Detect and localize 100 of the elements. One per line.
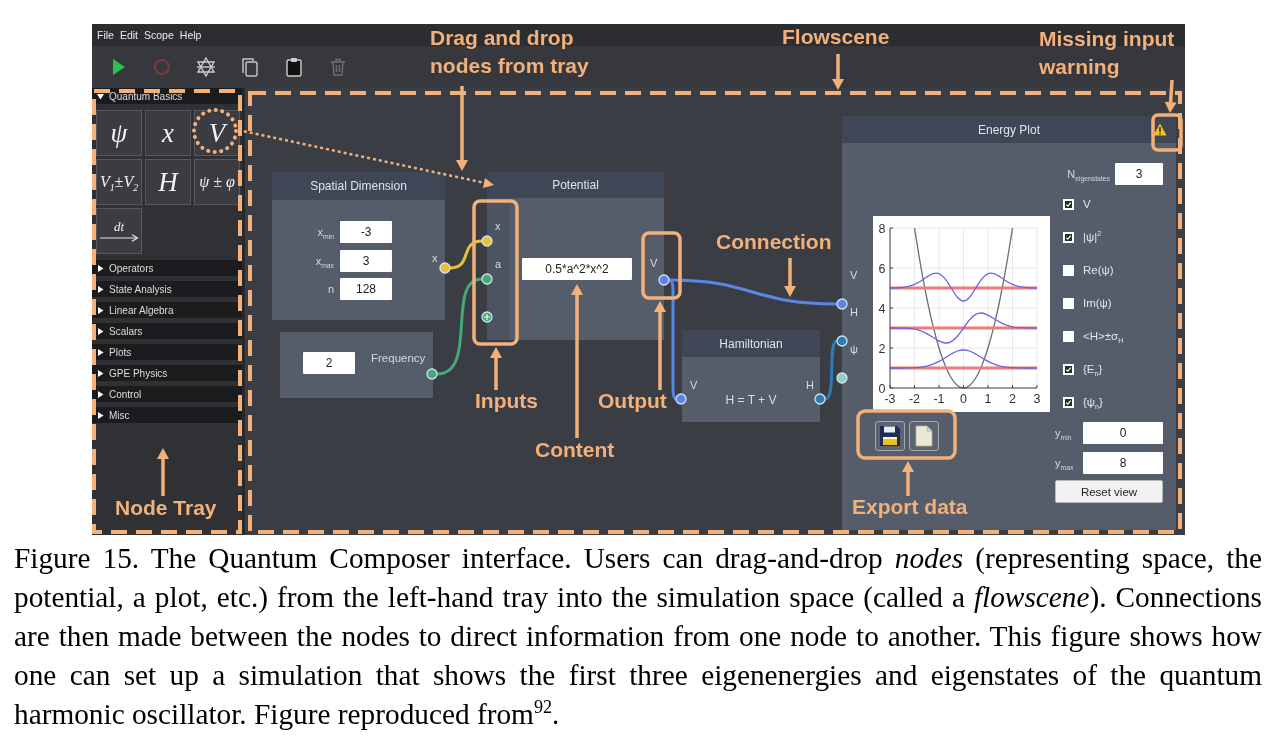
- category-header[interactable]: Scalars: [92, 323, 242, 339]
- checkbox-label: V: [1083, 198, 1091, 210]
- checkbox-label: |ψ|$^{2}$: [1083, 231, 1102, 243]
- category-header[interactable]: Plots: [92, 344, 242, 360]
- port-dot-icon[interactable]: [439, 262, 451, 274]
- warning-icon[interactable]: [1153, 123, 1167, 136]
- port-dot-icon[interactable]: [836, 335, 848, 347]
- field-label: y$_{min}$: [1055, 427, 1072, 439]
- file-button[interactable]: [909, 421, 939, 451]
- port-dot-icon[interactable]: [658, 274, 670, 286]
- checkbox[interactable]: [1063, 330, 1074, 342]
- node-tile[interactable]: x: [145, 110, 191, 156]
- callout-label: Node Tray: [115, 495, 217, 521]
- checkbox-label: Re(ψ): [1083, 264, 1114, 276]
- menu-item[interactable]: Edit: [119, 29, 138, 41]
- clipboard-icon[interactable]: [284, 57, 304, 77]
- value-field[interactable]: 0: [1083, 422, 1163, 444]
- tick-label: 2: [878, 341, 886, 356]
- category-header[interactable]: Linear Algebra: [92, 302, 242, 318]
- port-dot-icon[interactable]: [481, 235, 493, 247]
- port-label: H: [850, 305, 858, 319]
- menu-item[interactable]: Help: [179, 29, 202, 41]
- value-field[interactable]: 128: [340, 278, 392, 300]
- port-label: V: [690, 378, 698, 392]
- tick-label: -1: [933, 392, 945, 406]
- port-label: x: [495, 219, 501, 233]
- port-dot-icon[interactable]: [675, 393, 687, 405]
- arrow-icon: [99, 234, 139, 242]
- checkbox[interactable]: [1063, 198, 1074, 210]
- checkbox-label: {ψ$_{n}$}: [1083, 396, 1103, 408]
- category-header[interactable]: Operators: [92, 260, 242, 276]
- callout-label: Output: [598, 388, 667, 414]
- node-tile[interactable]: dt: [96, 208, 142, 254]
- callout-arrow: [1164, 79, 1177, 113]
- callout-arrow: [902, 461, 914, 496]
- port-label: x: [432, 251, 438, 265]
- value-field[interactable]: 3: [1115, 163, 1163, 185]
- callout-label: Flowscene: [782, 24, 890, 50]
- checkbox[interactable]: [1063, 297, 1074, 309]
- tick-label: 4: [878, 301, 886, 316]
- category-header[interactable]: GPE Physics: [92, 365, 242, 381]
- tick-label: 6: [878, 261, 886, 276]
- checkbox-label: {E$_{n}$}: [1083, 363, 1103, 375]
- checkbox[interactable]: [1063, 396, 1074, 408]
- category-header[interactable]: Control: [92, 386, 242, 402]
- figure-caption: Figure 15. The Quantum Composer interface. Users can drag-and-drop nodes (representing space, the potential, a plot, etc.) from the left-hand tray into the simulation space (called a flowscene). Connections are then made between the nodes to direct information from one node to another. This figure shows how one can set up a simulation that shows the first three eigenenergies and eigenstates of the quantum harmonic oscillator. Figure reproduced from$^{92}$.: [14, 541, 1262, 732]
- reset-view-button[interactable]: Reset view: [1055, 480, 1163, 503]
- port-dot-icon[interactable]: [426, 368, 438, 380]
- callout-label: Export data: [852, 494, 968, 520]
- node-tile[interactable]: H: [145, 159, 191, 205]
- callout-arrow: [157, 448, 169, 496]
- callout-label: Content: [535, 437, 615, 463]
- tick-label: 8: [878, 221, 886, 236]
- node-title: Spatial Dimension: [310, 179, 407, 193]
- menu-item[interactable]: Scope: [144, 29, 174, 41]
- connection-wire: [449, 239, 483, 270]
- hexagram-icon[interactable]: [196, 57, 216, 77]
- tick-label: 0: [878, 381, 886, 396]
- highlight-frame: [1151, 113, 1183, 152]
- callout-label: Missing input warning: [1039, 26, 1176, 80]
- node-tile[interactable]: ψ: [96, 110, 142, 156]
- expression-field[interactable]: 0.5*a^2*x^2: [522, 258, 632, 280]
- callout-arrow: [832, 54, 844, 90]
- tick-label: 0: [960, 392, 967, 406]
- value-field[interactable]: 2: [303, 352, 355, 374]
- port-label: H: [806, 378, 814, 392]
- port-dot-icon[interactable]: [836, 298, 848, 310]
- node-tile[interactable]: V$_{1}$±V$_{2}$: [96, 159, 142, 205]
- port-label: V: [850, 268, 858, 282]
- tick-label: -2: [908, 392, 921, 406]
- port-dot-icon[interactable]: [481, 273, 493, 285]
- checkbox[interactable]: [1063, 231, 1074, 243]
- field-label: Frequency: [371, 352, 426, 364]
- formula-text: H = T + V: [725, 393, 777, 409]
- port-dot-icon[interactable]: [814, 393, 826, 405]
- field-label: x$_{min}$: [317, 226, 334, 238]
- node-title: Energy Plot: [977, 122, 1040, 137]
- checkbox[interactable]: [1063, 363, 1074, 375]
- highlight-frame: [641, 231, 682, 300]
- menu-item[interactable]: File: [97, 29, 114, 41]
- field-label: y$_{max}$: [1055, 457, 1074, 469]
- save-button[interactable]: [875, 421, 905, 451]
- port-dot-icon[interactable]: [836, 372, 848, 384]
- node-title: Hamiltonian: [719, 336, 783, 351]
- callout-label: Drag and drop nodes from tray: [430, 25, 590, 79]
- node-tile[interactable]: ψ ± φ: [194, 159, 240, 205]
- document-icon: [915, 425, 933, 447]
- plus-circle-icon[interactable]: [481, 311, 493, 323]
- copy-icon[interactable]: [240, 57, 260, 77]
- checkbox[interactable]: [1063, 264, 1074, 276]
- port-label: ψ: [850, 342, 858, 356]
- checkbox-label: Im(ψ): [1083, 297, 1112, 309]
- category-header[interactable]: State Analysis: [92, 281, 242, 297]
- tick-label: 3: [1033, 392, 1041, 406]
- value-field[interactable]: -3: [340, 221, 392, 243]
- category-header[interactable]: Misc: [92, 407, 242, 423]
- callout-label: Connection: [716, 229, 832, 255]
- port-label: V: [650, 256, 658, 270]
- value-field[interactable]: 8: [1083, 452, 1163, 474]
- value-field[interactable]: 3: [340, 249, 392, 272]
